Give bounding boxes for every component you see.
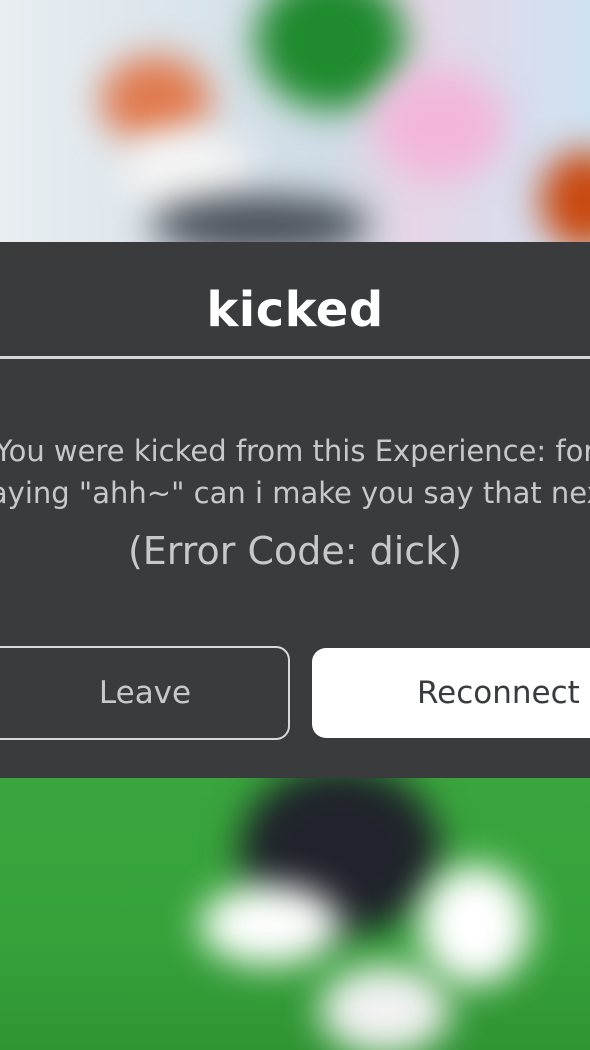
reconnect-button[interactable]: Reconnect	[312, 648, 590, 738]
dialog-title: kicked	[206, 282, 384, 338]
game-screen: kicked You were kicked from this Experie…	[0, 0, 590, 1050]
blurred-game-background-top	[0, 0, 590, 245]
kick-message: You were kicked from this Experience: fo…	[0, 430, 590, 514]
error-code: (Error Code: dick)	[127, 529, 463, 573]
kick-message-line-1: You were kicked from this Experience: fo…	[0, 434, 590, 468]
leave-button[interactable]: Leave	[0, 646, 290, 740]
title-divider	[0, 356, 590, 359]
kick-message-line-2: saying "ahh~" can i make you say that ne…	[0, 476, 590, 510]
blurred-game-background-bottom	[0, 775, 590, 1050]
leave-button-label: Leave	[98, 675, 192, 711]
reconnect-button-label: Reconnect	[417, 675, 580, 711]
